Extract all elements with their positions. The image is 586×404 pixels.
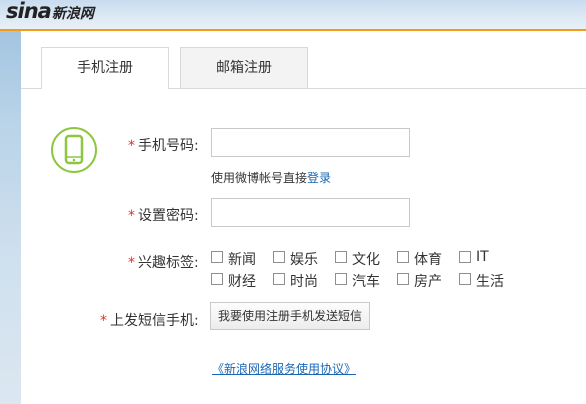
- interest-label-life: 生活: [476, 274, 504, 290]
- phone-icon: [51, 127, 97, 173]
- required-mark: *: [128, 138, 135, 154]
- interest-label-fashion: 时尚: [290, 274, 318, 290]
- interest-checkbox-entertainment[interactable]: [273, 251, 285, 263]
- password-input[interactable]: [211, 198, 410, 227]
- interest-checkbox-culture[interactable]: [335, 251, 347, 263]
- interest-checkbox-news[interactable]: [211, 251, 223, 263]
- interest-checkbox-realestate[interactable]: [397, 273, 409, 285]
- weibo-login-link[interactable]: 登录: [307, 171, 331, 185]
- service-agreement-link[interactable]: 《新浪网络服务使用协议》: [212, 360, 356, 377]
- sms-phone-label: * 上发短信手机:: [100, 313, 199, 329]
- interest-checkbox-auto[interactable]: [335, 273, 347, 285]
- interest-checkbox-it[interactable]: [459, 251, 471, 263]
- interest-label-sports: 体育: [414, 252, 442, 268]
- interest-label-news: 新闻: [228, 252, 256, 268]
- registration-panel: 手机注册 邮箱注册 * 手机号码: 使用微博帐号直接登录 * 设置密码: * 兴趣标签…: [21, 31, 586, 404]
- required-mark: *: [128, 208, 135, 224]
- interest-label-realestate: 房产: [414, 274, 442, 290]
- interests-label: * 兴趣标签:: [128, 255, 199, 271]
- sina-logo[interactable]: sina新浪网: [6, 0, 94, 23]
- send-sms-button[interactable]: 我要使用注册手机发送短信: [210, 302, 370, 330]
- interest-label-finance: 财经: [228, 274, 256, 290]
- phone-input[interactable]: [211, 128, 410, 157]
- weibo-login-hint: 使用微博帐号直接登录: [211, 171, 332, 185]
- interest-label-culture: 文化: [352, 252, 380, 268]
- tab-email-register[interactable]: 邮箱注册: [180, 47, 308, 88]
- interest-checkbox-finance[interactable]: [211, 273, 223, 285]
- top-header: sina新浪网: [0, 0, 586, 31]
- interest-checkbox-sports[interactable]: [397, 251, 409, 263]
- password-label: * 设置密码:: [128, 208, 199, 224]
- interest-label-auto: 汽车: [352, 274, 380, 290]
- required-mark: *: [100, 313, 107, 329]
- interest-label-it: IT: [476, 249, 489, 265]
- phone-label: * 手机号码:: [128, 138, 199, 154]
- interest-checkbox-life[interactable]: [459, 273, 471, 285]
- interest-checkbox-fashion[interactable]: [273, 273, 285, 285]
- tab-phone-register[interactable]: 手机注册: [41, 47, 169, 89]
- interest-label-entertainment: 娱乐: [290, 252, 318, 268]
- required-mark: *: [128, 255, 135, 271]
